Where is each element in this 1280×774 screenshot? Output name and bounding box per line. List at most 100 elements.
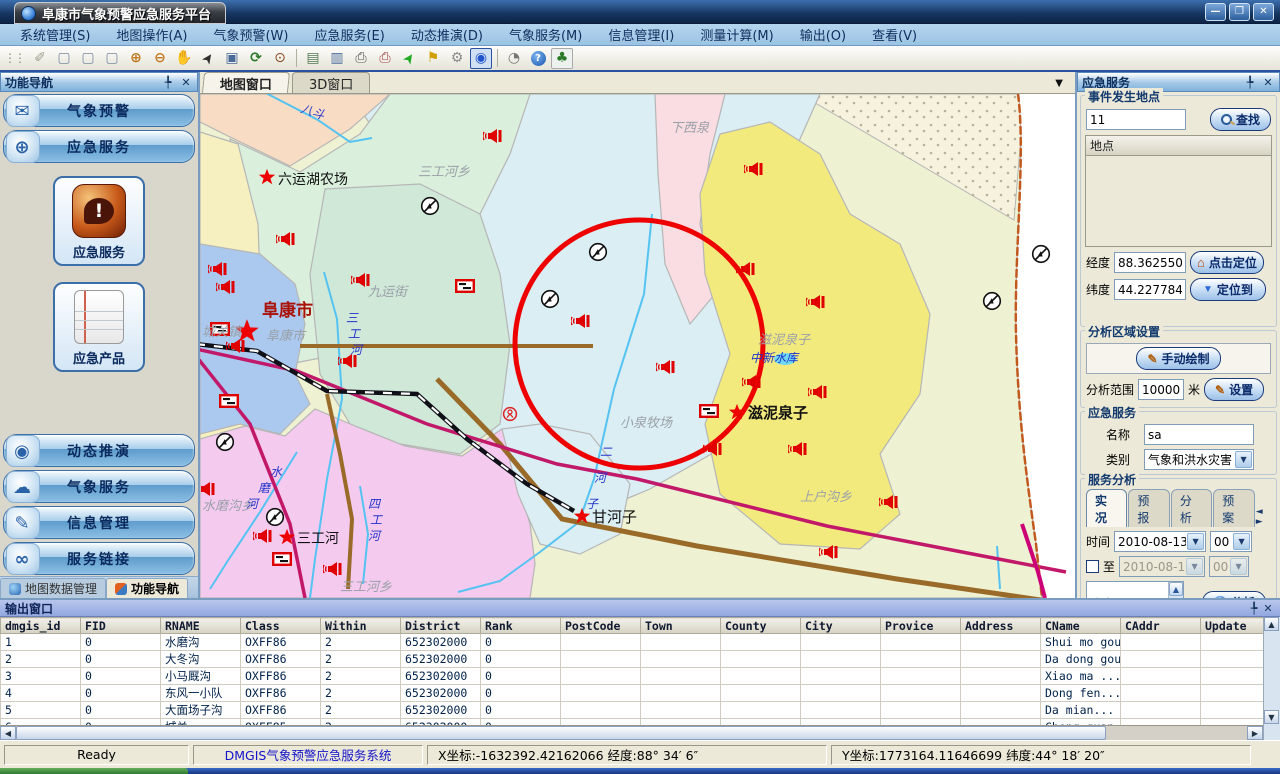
help-icon[interactable]: ? (527, 48, 549, 69)
print-icon[interactable]: ⎙ (350, 48, 372, 69)
menu-view[interactable]: 查看(V) (860, 23, 929, 46)
column-header[interactable]: RNAME (161, 618, 241, 634)
tab-scroll-arrows[interactable]: ◄ ► (1256, 507, 1272, 527)
latitude-field[interactable] (1114, 279, 1186, 300)
pointer-icon[interactable]: ➤ (193, 43, 223, 73)
manual-draw-button[interactable]: ✎ 手动绘制 (1136, 347, 1220, 370)
close-icon[interactable]: ✕ (179, 76, 193, 89)
column-header[interactable]: District (401, 618, 481, 634)
close-icon[interactable]: ✕ (1261, 76, 1275, 89)
select-rect-icon[interactable]: ▢ (53, 48, 75, 69)
column-header[interactable]: County (721, 618, 801, 634)
scroll-down-icon[interactable]: ▼ (1264, 710, 1279, 724)
menu-emergency-service[interactable]: 应急服务(E) (302, 23, 396, 46)
nav-group-emergency-service[interactable]: ⊕ 应急服务 (3, 130, 195, 163)
dropdown-arrow-icon[interactable]: ▼ (1233, 533, 1250, 550)
tab-3d-window[interactable]: 3D窗口 (292, 72, 370, 93)
select-lasso-icon[interactable]: ▢ (101, 48, 123, 69)
settings-gear-icon[interactable]: ⚙ (446, 48, 468, 69)
print-setup-icon[interactable]: ⎙ (374, 48, 396, 69)
tab-function-nav[interactable]: 功能导航 (106, 578, 188, 598)
column-header[interactable]: Within (321, 618, 401, 634)
menu-dynamic-deduction[interactable]: 动态推演(D) (399, 23, 495, 46)
search-button[interactable]: 查找 (1210, 108, 1271, 131)
measure-icon[interactable]: ✐ (29, 48, 51, 69)
nav-group-weather-warning[interactable]: ✉ 气象预警 (3, 94, 195, 127)
scroll-left-icon[interactable]: ◀ (0, 726, 16, 740)
output-table-header[interactable]: dmgis_idFIDRNAMEClassWithinDistrictRankP… (1, 618, 1280, 634)
to-checkbox[interactable] (1086, 560, 1099, 573)
table-row[interactable]: 10水磨沟OXFF8626523020000Shui mo gou (1, 634, 1280, 651)
nav-group-dynamic-deduction[interactable]: ◉ 动态推演 (3, 434, 195, 467)
close-button[interactable]: ✕ (1253, 3, 1274, 21)
column-header[interactable]: Town (641, 618, 721, 634)
pin-icon[interactable]: ╄ (1247, 602, 1261, 615)
set-range-button[interactable]: ✎ 设置 (1204, 378, 1264, 401)
globe-3d-icon[interactable]: ◉ (470, 48, 492, 69)
menu-measurement[interactable]: 测量计算(M) (688, 23, 785, 46)
start-button-sliver[interactable] (0, 768, 188, 774)
column-header[interactable]: FID (81, 618, 161, 634)
time-date-select[interactable]: 2010-08-13 ▼ (1114, 531, 1206, 552)
table-row[interactable]: 50大面场子沟OXFF8626523020000Da mian... (1, 702, 1280, 719)
emergency-service-button[interactable]: ! 应急服务 (53, 176, 145, 266)
column-header[interactable]: Address (961, 618, 1041, 634)
column-header[interactable]: Rank (481, 618, 561, 634)
nav-group-info-management[interactable]: ✎ 信息管理 (3, 506, 195, 539)
select-shape-icon[interactable]: ▢ (77, 48, 99, 69)
dropdown-arrow-icon[interactable]: ▼ (1187, 533, 1204, 550)
output-vscrollbar[interactable]: ▲ ▼ (1263, 617, 1280, 740)
location-list[interactable] (1085, 155, 1272, 247)
column-header[interactable]: CAddr (1121, 618, 1201, 634)
locate-to-button[interactable]: ▼ 定位到 (1190, 278, 1266, 301)
close-icon[interactable]: ✕ (1261, 602, 1275, 615)
range-input[interactable] (1138, 379, 1184, 400)
pointer-green-icon[interactable]: ➤ (394, 43, 424, 73)
full-extent-icon[interactable]: ▣ (221, 48, 243, 69)
restore-button[interactable]: ❐ (1229, 3, 1250, 21)
map-export-icon[interactable]: ▥ (326, 48, 348, 69)
longitude-field[interactable] (1114, 252, 1186, 273)
pin-icon[interactable]: ╄ (1243, 76, 1257, 89)
export-image-icon[interactable]: ♣ (551, 48, 573, 69)
scroll-up-icon[interactable]: ▲ (1169, 582, 1183, 596)
service-type-select[interactable]: 气象和洪水灾害 ▼ (1144, 449, 1254, 470)
place-marker-icon[interactable]: ⚑ (422, 48, 444, 69)
layers-map-icon[interactable]: ▤ (302, 48, 324, 69)
minimize-button[interactable]: — (1205, 3, 1226, 21)
emergency-product-button[interactable]: 应急产品 (53, 282, 145, 372)
scroll-right-icon[interactable]: ▶ (1247, 726, 1263, 740)
nav-group-service-links[interactable]: ∞ 服务链接 (3, 542, 195, 575)
visibility-eye-icon[interactable]: ◔ (503, 48, 525, 69)
tab-map-window[interactable]: 地图窗口 (202, 72, 290, 93)
column-header[interactable]: dmgis_id (1, 618, 81, 634)
menu-system[interactable]: 系统管理(S) (8, 23, 102, 46)
output-hscrollbar[interactable]: ◀ ▶ (0, 725, 1263, 740)
column-header[interactable]: PostCode (561, 618, 641, 634)
tab-analysis[interactable]: 分析 (1171, 489, 1212, 527)
tab-plan[interactable]: 预案 (1213, 489, 1254, 527)
menu-weather-service[interactable]: 气象服务(M) (497, 23, 594, 46)
nav-group-weather-service[interactable]: ☁ 气象服务 (3, 470, 195, 503)
zoom-in-icon[interactable]: ⊕ (125, 48, 147, 69)
scroll-up-icon[interactable]: ▲ (1264, 617, 1279, 631)
table-row[interactable]: 20大冬沟OXFF8626523020000Da dong gou (1, 651, 1280, 668)
location-keyword-input[interactable] (1086, 109, 1186, 130)
menu-output[interactable]: 输出(O) (788, 23, 858, 46)
tab-forecast[interactable]: 预报 (1128, 489, 1169, 527)
column-header[interactable]: CName (1041, 618, 1121, 634)
column-header[interactable]: Provice (881, 618, 961, 634)
pan-hand-icon[interactable]: ✋ (173, 48, 195, 69)
tab-live[interactable]: 实况 (1086, 489, 1127, 527)
zoom-out-icon[interactable]: ⊖ (149, 48, 171, 69)
table-row[interactable]: 30小马厩沟OXFF8626523020000Xiao ma ... (1, 668, 1280, 685)
column-header[interactable]: Class (241, 618, 321, 634)
map-canvas[interactable]: 六运湖农场 三工河乡 下西泉 九运街 阜康市 城关镇 阜康市 水磨沟乡 三工河 … (200, 94, 1075, 598)
table-row[interactable]: 40东风一小队OXFF8626523020000Dong fen... (1, 685, 1280, 702)
refresh-icon[interactable]: ⟳ (245, 48, 267, 69)
tab-map-data-management[interactable]: 地图数据管理 (0, 578, 106, 598)
toolbar-grip[interactable]: ⋮⋮ (4, 51, 24, 65)
click-locate-button[interactable]: ⌂ 点击定位 (1190, 251, 1264, 274)
tab-dropdown-icon[interactable]: ▼ (1055, 78, 1063, 89)
column-header[interactable]: City (801, 618, 881, 634)
